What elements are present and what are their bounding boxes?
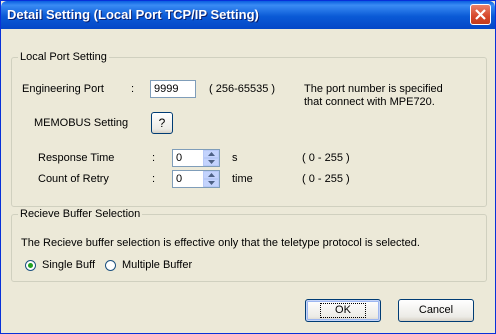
retry-unit: time [232,173,253,185]
response-time-unit: s [232,152,238,164]
close-icon [475,9,486,20]
response-time-down-button[interactable] [203,158,219,166]
radio-multiple-buffer-label[interactable]: Multiple Buffer [122,259,192,271]
chevron-up-icon [208,173,215,177]
radio-multiple-buffer-dot[interactable] [105,260,116,271]
port-note-line2: that connect with MPE720. [304,96,435,108]
response-time-value[interactable]: 0 [176,152,182,164]
port-note-line1: The port number is specified [304,83,443,95]
local-port-legend: Local Port Setting [20,51,107,63]
response-time-colon: : [152,152,156,164]
radio-single-buff-label[interactable]: Single Buff [42,259,95,271]
response-time-spinner[interactable]: 0 [172,149,220,167]
chevron-up-icon [208,152,215,156]
close-button[interactable] [470,4,491,25]
cancel-button[interactable]: Cancel [398,299,474,322]
title-bar[interactable]: Detail Setting (Local Port TCP/IP Settin… [1,1,495,29]
engineering-port-range: ( 256-65535 ) [209,83,276,95]
ok-button[interactable]: OK [305,299,381,322]
retry-up-button[interactable] [203,171,219,179]
retry-spinner[interactable]: 0 [172,170,220,188]
window-title: Detail Setting (Local Port TCP/IP Settin… [7,7,259,22]
retry-down-button[interactable] [203,179,219,187]
buffer-legend: Recieve Buffer Selection [20,208,141,220]
engineering-port-label: Engineering Port [22,83,104,95]
response-time-range: ( 0 - 255 ) [302,152,350,164]
chevron-down-icon [208,181,215,185]
response-time-label: Response Time [38,152,115,164]
retry-label: Count of Retry [38,173,109,185]
memobus-label: MEMOBUS Setting [34,117,129,129]
radio-single-buff-dot[interactable] [25,260,36,271]
dialog-window: Detail Setting (Local Port TCP/IP Settin… [0,0,496,334]
engineering-port-input[interactable] [150,80,196,98]
ok-button-label[interactable]: OK [320,303,366,318]
engineering-port-colon: : [131,83,135,95]
response-time-up-button[interactable] [203,150,219,158]
retry-colon: : [152,173,156,185]
chevron-down-icon [208,160,215,164]
retry-value[interactable]: 0 [176,173,182,185]
memobus-help-button[interactable]: ? [151,112,173,134]
buffer-description: The Recieve buffer selection is effectiv… [21,237,420,249]
retry-range: ( 0 - 255 ) [302,173,350,185]
